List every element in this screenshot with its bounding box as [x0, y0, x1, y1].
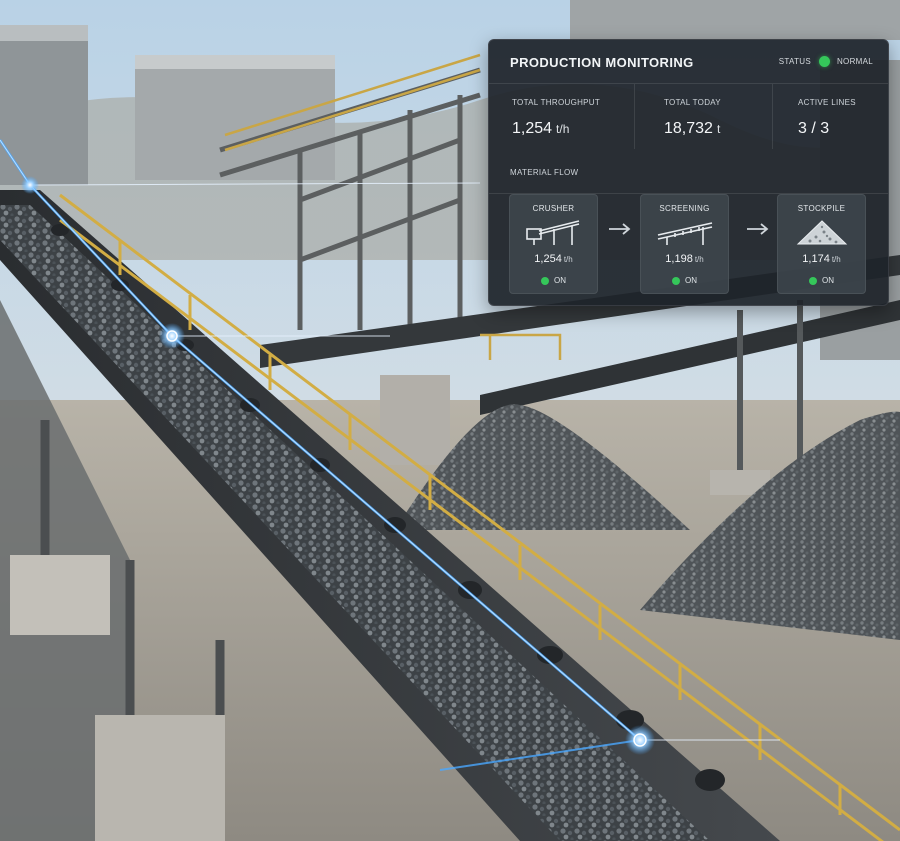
- panel-header: PRODUCTION MONITORING STATUS NORMAL: [489, 40, 888, 84]
- flow-stage-screening[interactable]: SCREENING 1,198 t/h ON: [640, 194, 729, 294]
- screening-conveyor-icon: [657, 222, 713, 245]
- stage-name: SCREENING: [659, 204, 710, 213]
- stage-state: ON: [510, 276, 597, 285]
- stage-state-text: ON: [685, 276, 697, 285]
- kpi-unit: t/h: [556, 122, 570, 136]
- stage-state: ON: [778, 276, 865, 285]
- status-value: NORMAL: [836, 57, 873, 66]
- status-label: STATUS: [778, 57, 811, 66]
- kpi-unit: t: [716, 122, 721, 136]
- stockpile-icon: [796, 220, 848, 245]
- kpi-number: 18,732: [664, 120, 713, 137]
- kpi-number: 1,254: [512, 120, 553, 137]
- stage-number: 1,174: [802, 253, 830, 265]
- kpi-value: 1,254 t/h: [512, 120, 569, 138]
- on-status-icon: [809, 276, 817, 285]
- stage-throughput: 1,254 t/h: [510, 253, 597, 265]
- kpi-value: 18,732 t: [664, 120, 720, 138]
- stage-unit: t/h: [694, 255, 704, 264]
- panel-title: PRODUCTION MONITORING: [510, 55, 694, 70]
- stage-unit: t/h: [563, 255, 573, 264]
- on-status-icon: [541, 276, 549, 285]
- kpi-total-today: TOTAL TODAY 18,732 t: [634, 84, 773, 149]
- production-monitoring-panel: PRODUCTION MONITORING STATUS NORMAL TOTA…: [488, 39, 889, 306]
- stage-throughput: 1,174 t/h: [778, 253, 865, 265]
- on-status-icon: [672, 276, 680, 285]
- kpi-label: ACTIVE LINES: [798, 98, 856, 107]
- stage-throughput: 1,198 t/h: [641, 253, 728, 265]
- kpi-number: 3 / 3: [798, 120, 830, 137]
- arrow-right-icon: [747, 223, 769, 235]
- kpi-total-throughput: TOTAL THROUGHPUT 1,254 t/h: [489, 84, 634, 149]
- kpi-row: TOTAL THROUGHPUT 1,254 t/h TOTAL TODAY 18…: [489, 84, 888, 194]
- system-status: STATUS NORMAL: [779, 56, 873, 67]
- stage-number: 1,254: [534, 253, 562, 265]
- status-indicator-icon: [818, 56, 830, 67]
- stage-state: ON: [641, 276, 728, 285]
- flow-stage-stockpile[interactable]: STOCKPILE 1,174 t/h ON: [777, 194, 866, 294]
- stage-number: 1,198: [665, 253, 693, 265]
- stage-name: STOCKPILE: [797, 204, 846, 213]
- flow-stage-crusher[interactable]: CRUSHER 1,254 t/h ON: [509, 194, 598, 294]
- stage-state-text: ON: [554, 276, 566, 285]
- kpi-active-lines: ACTIVE LINES 3 / 3: [771, 84, 889, 149]
- material-flow-title: MATERIAL FLOW: [510, 168, 579, 177]
- kpi-value: 3 / 3: [798, 120, 829, 138]
- arrow-right-icon: [609, 223, 631, 235]
- stage-state-text: ON: [822, 276, 834, 285]
- crusher-conveyor-icon: [526, 220, 580, 245]
- stage-name: CRUSHER: [532, 204, 575, 213]
- stage-unit: t/h: [831, 255, 841, 264]
